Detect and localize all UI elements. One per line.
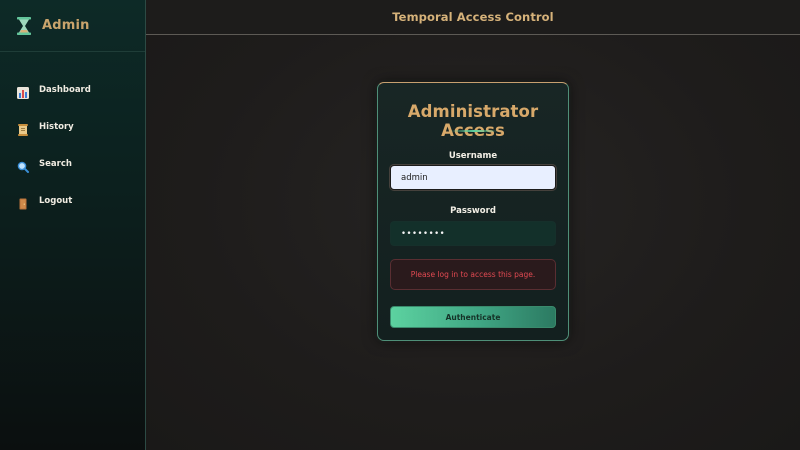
sidebar-nav: Dashboard History Search Logout (0, 71, 145, 219)
login-title: Administrator Access (407, 102, 539, 140)
login-card: Administrator Access Username Password P… (377, 82, 569, 341)
chart-icon (17, 84, 29, 99)
sidebar-item-logout[interactable]: Logout (0, 182, 145, 219)
sidebar-item-label: Logout (39, 195, 73, 206)
sidebar-item-label: Search (39, 158, 72, 169)
page-title: Temporal Access Control (392, 10, 554, 24)
app-window: Admin Dashboard History Search Logout Te… (0, 0, 800, 450)
top-header: Temporal Access Control (146, 0, 800, 35)
magnifier-icon (17, 158, 29, 173)
authenticate-button[interactable]: Authenticate (390, 306, 556, 328)
error-alert: Please log in to access this page. (390, 259, 556, 290)
username-label: Username (448, 151, 498, 161)
sidebar-item-label: History (39, 121, 74, 132)
password-label: Password (450, 206, 496, 216)
username-input[interactable] (390, 165, 556, 190)
sidebar-item-history[interactable]: History (0, 108, 145, 145)
scroll-icon (17, 121, 29, 136)
door-icon (17, 195, 29, 209)
sidebar-item-dashboard[interactable]: Dashboard (0, 71, 145, 108)
sidebar-item-search[interactable]: Search (0, 145, 145, 182)
brand-title: Admin (42, 18, 90, 33)
sidebar-item-label: Dashboard (39, 84, 91, 95)
title-divider (450, 130, 498, 132)
sidebar-brand: Admin (0, 0, 145, 52)
password-input[interactable] (390, 221, 556, 246)
hourglass-icon (16, 16, 32, 35)
sidebar: Admin Dashboard History Search Logout (0, 0, 146, 450)
error-message: Please log in to access this page. (410, 270, 536, 279)
